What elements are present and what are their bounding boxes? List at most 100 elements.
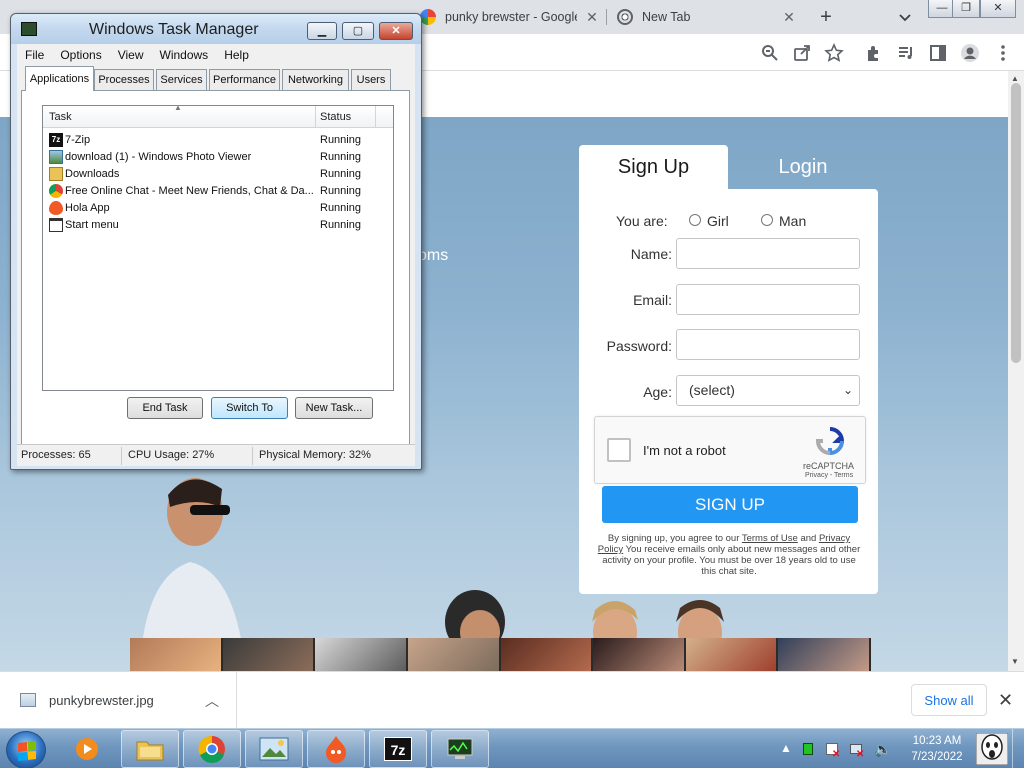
- name-field[interactable]: [676, 238, 860, 269]
- end-task-button[interactable]: End Task: [127, 397, 203, 419]
- media-icon[interactable]: [896, 43, 916, 63]
- switch-to-button[interactable]: Switch To: [211, 397, 288, 419]
- table-row[interactable]: Start menu Running: [43, 217, 393, 234]
- volume-icon[interactable]: 🔈: [874, 741, 891, 757]
- share-icon[interactable]: [792, 43, 812, 63]
- table-row[interactable]: download (1) - Windows Photo Viewer Runn…: [43, 149, 393, 166]
- you-are-label: You are:: [616, 213, 668, 229]
- close-tab-icon[interactable]: ✕: [781, 9, 797, 25]
- menu-windows[interactable]: Windows: [160, 48, 209, 62]
- tab-applications[interactable]: Applications: [25, 66, 94, 91]
- member-photo[interactable]: [778, 638, 871, 671]
- taskbar-media-player[interactable]: [58, 730, 116, 768]
- download-item[interactable]: punkybrewster.jpg ︿: [0, 672, 237, 729]
- menu-icon[interactable]: [993, 43, 1013, 63]
- password-field[interactable]: [676, 329, 860, 360]
- table-row[interactable]: 7z 7-Zip Running: [43, 132, 393, 149]
- name-label: Name:: [630, 246, 672, 262]
- taskbar-hola[interactable]: [307, 730, 365, 768]
- tab-services[interactable]: Services: [156, 69, 207, 90]
- close-download-bar-icon[interactable]: ✕: [998, 690, 1013, 711]
- taskbar-chrome[interactable]: [183, 730, 241, 768]
- taskbar-photo-viewer[interactable]: [245, 730, 303, 768]
- show-all-button[interactable]: Show all: [911, 684, 987, 716]
- network-icon[interactable]: ✕: [848, 741, 864, 760]
- user-avatar-icon[interactable]: [976, 733, 1008, 765]
- tab-networking[interactable]: Networking: [282, 69, 349, 90]
- column-divider[interactable]: [375, 106, 376, 128]
- show-hidden-icons[interactable]: ▲: [778, 741, 794, 757]
- password-label: Password:: [606, 338, 672, 354]
- recaptcha-terms[interactable]: Privacy - Terms: [805, 472, 853, 479]
- scroll-thumb[interactable]: [1011, 83, 1021, 363]
- member-photo[interactable]: [685, 638, 779, 671]
- table-row[interactable]: Hola App Running: [43, 200, 393, 217]
- action-center-icon[interactable]: ✕: [824, 741, 840, 760]
- member-photo[interactable]: [407, 638, 501, 671]
- tab-search-chevron-icon[interactable]: [896, 8, 914, 26]
- menu-view[interactable]: View: [118, 48, 144, 62]
- member-photo[interactable]: [500, 638, 594, 671]
- close-window-button[interactable]: ✕: [980, 0, 1016, 18]
- close-tab-icon[interactable]: ✕: [584, 9, 600, 25]
- taskbar-7zip[interactable]: 7z: [369, 730, 427, 768]
- member-photo[interactable]: [593, 638, 686, 671]
- table-row[interactable]: Downloads Running: [43, 166, 393, 183]
- tab-login[interactable]: Login: [728, 145, 878, 189]
- taskbar-explorer[interactable]: [121, 730, 179, 768]
- terms-of-use-link[interactable]: Terms of Use: [742, 533, 798, 544]
- close-button[interactable]: ✕: [379, 22, 413, 40]
- scroll-down-icon[interactable]: ▼: [1011, 657, 1019, 666]
- email-field[interactable]: [676, 284, 860, 315]
- browser-tab-newtab[interactable]: New Tab ✕: [617, 0, 797, 34]
- new-tab-button[interactable]: +: [816, 7, 836, 27]
- menu-file[interactable]: File: [25, 48, 44, 62]
- taskbar-task-manager[interactable]: [431, 730, 489, 768]
- profile-icon[interactable]: [960, 43, 980, 63]
- member-photo[interactable]: [130, 638, 223, 671]
- show-desktop-button[interactable]: [1012, 729, 1024, 768]
- member-photo[interactable]: [222, 638, 316, 671]
- zoom-icon[interactable]: [760, 43, 780, 63]
- star-icon[interactable]: [824, 43, 844, 63]
- gender-man-label[interactable]: Man: [779, 213, 806, 229]
- browser-tab-google[interactable]: punky brewster - Google ✕: [420, 0, 600, 34]
- menu-options[interactable]: Options: [60, 48, 101, 62]
- scroll-up-icon[interactable]: ▲: [1011, 74, 1019, 83]
- tab-users[interactable]: Users: [351, 69, 391, 90]
- recaptcha-checkbox[interactable]: [607, 438, 631, 462]
- window-icon: [49, 218, 63, 232]
- task-manager-titlebar[interactable]: Windows Task Manager ▁ ▢ ✕: [11, 14, 421, 44]
- gender-man-radio[interactable]: [761, 214, 773, 226]
- extensions-icon[interactable]: [864, 43, 884, 63]
- gender-girl-label[interactable]: Girl: [707, 213, 729, 229]
- system-clock[interactable]: 10:23 AM 7/23/2022: [906, 733, 968, 765]
- page-scrollbar[interactable]: ▲ ▼: [1008, 71, 1024, 671]
- table-row[interactable]: Free Online Chat - Meet New Friends, Cha…: [43, 183, 393, 200]
- maximize-button[interactable]: ▢: [342, 22, 374, 40]
- 7zip-icon: 7z: [384, 737, 412, 761]
- column-status[interactable]: Status: [320, 111, 351, 123]
- gender-girl-radio[interactable]: [689, 214, 701, 226]
- tab-processes[interactable]: Processes: [94, 69, 154, 90]
- chevron-up-icon[interactable]: ︿: [205, 691, 219, 711]
- new-task-button[interactable]: New Task...: [295, 397, 373, 419]
- age-select[interactable]: (select) ⌄: [676, 375, 860, 406]
- column-task[interactable]: Task: [49, 111, 72, 123]
- task-manager-tray-icon[interactable]: [800, 741, 816, 757]
- signup-button[interactable]: SIGN UP: [602, 486, 858, 523]
- member-photo-strip: [130, 638, 871, 671]
- tab-signup[interactable]: Sign Up: [579, 145, 728, 189]
- member-photo[interactable]: [315, 638, 408, 671]
- photo-viewer-icon: [49, 150, 63, 164]
- column-divider[interactable]: [315, 106, 316, 128]
- sidebar-icon[interactable]: [928, 43, 948, 63]
- menu-help[interactable]: Help: [224, 48, 249, 62]
- download-bar: punkybrewster.jpg ︿ Show all ✕: [0, 671, 1024, 729]
- start-button[interactable]: [6, 731, 46, 768]
- restore-button[interactable]: ❐: [952, 0, 980, 18]
- tab-performance[interactable]: Performance: [209, 69, 280, 90]
- task-list[interactable]: ▲ Task Status 7z 7-Zip Running download …: [42, 103, 394, 391]
- recaptcha-brand: reCAPTCHA: [803, 461, 855, 471]
- minimize-button[interactable]: ▁: [307, 22, 337, 40]
